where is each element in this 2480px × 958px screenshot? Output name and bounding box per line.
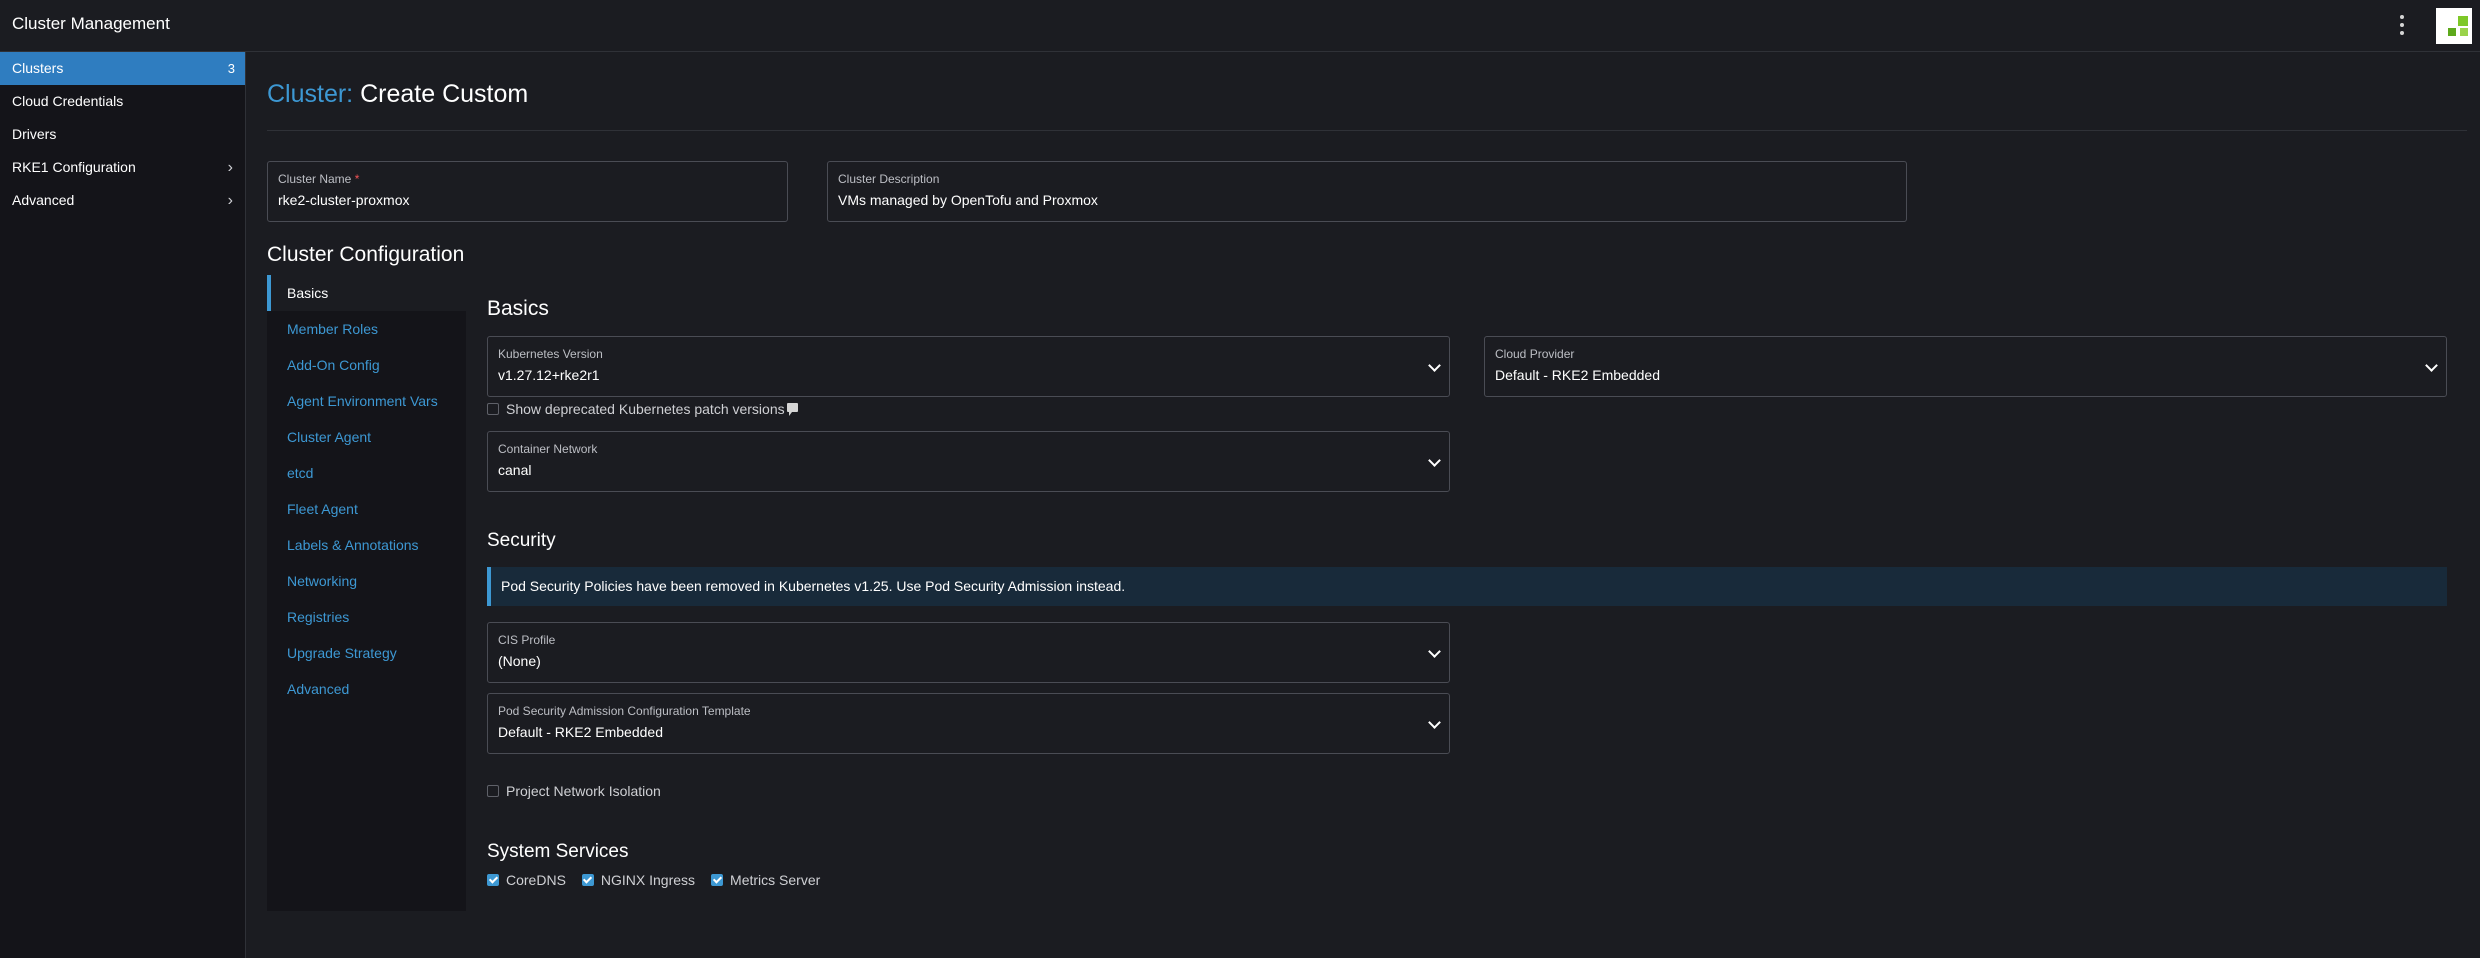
sidebar-item-rke1-configuration[interactable]: RKE1 Configuration › <box>0 151 245 184</box>
psp-info-banner: Pod Security Policies have been removed … <box>487 567 2447 606</box>
kubernetes-version-label: Kubernetes Version <box>498 347 603 361</box>
tab-agent-environment-vars[interactable]: Agent Environment Vars <box>267 383 466 419</box>
cloud-provider-value: Default - RKE2 Embedded <box>1495 367 1660 383</box>
tab-add-on-config[interactable]: Add-On Config <box>267 347 466 383</box>
cis-profile-label: CIS Profile <box>498 633 556 647</box>
cluster-description-value[interactable]: VMs managed by OpenTofu and Proxmox <box>838 192 1098 208</box>
chevron-down-icon <box>2425 358 2438 372</box>
divider <box>267 130 2467 131</box>
info-icon[interactable] <box>786 402 798 416</box>
page-title-text: Create Custom <box>360 80 529 108</box>
sidebar-item-label: Advanced <box>12 192 75 208</box>
sidebar-item-clusters[interactable]: Clusters 3 <box>0 52 245 85</box>
system-services-title: System Services <box>487 841 629 862</box>
nginx-ingress-checkbox[interactable] <box>581 874 594 886</box>
psa-template-label: Pod Security Admission Configuration Tem… <box>498 704 751 718</box>
sidebar-item-label: RKE1 Configuration <box>12 159 136 175</box>
tab-etcd[interactable]: etcd <box>267 455 466 491</box>
container-network-label: Container Network <box>498 442 598 456</box>
cluster-name-label: Cluster Name <box>278 172 352 186</box>
chevron-down-icon <box>1428 715 1441 729</box>
sidebar-item-cloud-credentials[interactable]: Cloud Credentials <box>0 85 245 118</box>
cloud-provider-label: Cloud Provider <box>1495 347 1575 361</box>
tab-registries[interactable]: Registries <box>267 599 466 635</box>
show-deprecated-label: Show deprecated Kubernetes patch version… <box>506 401 785 417</box>
metrics-server-checkbox[interactable] <box>711 874 724 886</box>
project-isolation-checkbox[interactable] <box>487 785 499 797</box>
cluster-configuration-title: Cluster Configuration <box>267 243 465 266</box>
cluster-name-value[interactable]: rke2-cluster-proxmox <box>278 192 409 208</box>
cloud-provider-select[interactable]: Cloud Provider Default - RKE2 Embedded <box>1484 336 2447 397</box>
chevron-right-icon: › <box>227 159 233 176</box>
cis-profile-value: (None) <box>498 653 541 669</box>
cluster-name-label-wrap: Cluster Name * <box>278 172 359 186</box>
tab-labels-annotations[interactable]: Labels & Annotations <box>267 527 466 563</box>
kubernetes-version-value: v1.27.12+rke2r1 <box>498 367 600 383</box>
tab-upgrade-strategy[interactable]: Upgrade Strategy <box>267 635 466 671</box>
project-isolation-row: Project Network Isolation <box>487 783 661 799</box>
kebab-menu-icon[interactable] <box>2394 12 2410 38</box>
container-network-value: canal <box>498 462 532 478</box>
config-tabs: Basics Member Roles Add-On Config Agent … <box>267 275 466 911</box>
tab-advanced[interactable]: Advanced <box>267 671 466 707</box>
show-deprecated-row: Show deprecated Kubernetes patch version… <box>487 401 798 417</box>
tab-member-roles[interactable]: Member Roles <box>267 311 466 347</box>
tab-cluster-agent[interactable]: Cluster Agent <box>267 419 466 455</box>
page-title: Cluster: Create Custom <box>267 80 528 109</box>
show-deprecated-checkbox[interactable] <box>487 403 499 415</box>
sidebar-item-label: Clusters <box>12 60 64 76</box>
tab-networking[interactable]: Networking <box>267 563 466 599</box>
chevron-down-icon <box>1428 453 1441 467</box>
avatar-icon[interactable] <box>2436 8 2472 44</box>
sidebar-item-drivers[interactable]: Drivers <box>0 118 245 151</box>
psa-template-value: Default - RKE2 Embedded <box>498 724 663 740</box>
sidebar-item-label: Cloud Credentials <box>12 93 124 109</box>
metrics-server-label: Metrics Server <box>730 872 821 888</box>
tab-basics[interactable]: Basics <box>267 275 466 311</box>
app-title: Cluster Management <box>12 14 170 33</box>
chevron-right-icon: › <box>227 192 233 209</box>
top-bar: Cluster Management <box>0 0 2480 52</box>
cluster-description-field[interactable]: Cluster Description VMs managed by OpenT… <box>827 161 1907 222</box>
container-network-select[interactable]: Container Network canal <box>487 431 1450 492</box>
page-title-prefix-link[interactable]: Cluster: <box>267 80 353 108</box>
kubernetes-version-select[interactable]: Kubernetes Version v1.27.12+rke2r1 <box>487 336 1450 397</box>
coredns-label: CoreDNS <box>506 872 566 888</box>
cluster-name-field[interactable]: Cluster Name * rke2-cluster-proxmox <box>267 161 788 222</box>
system-services-row: CoreDNS NGINX Ingress Metrics Server <box>487 872 820 888</box>
chevron-down-icon <box>1428 644 1441 658</box>
security-title: Security <box>487 530 556 551</box>
project-isolation-label: Project Network Isolation <box>506 783 661 799</box>
psa-template-select[interactable]: Pod Security Admission Configuration Tem… <box>487 693 1450 754</box>
sidebar-item-label: Drivers <box>12 126 57 142</box>
required-marker: * <box>354 172 360 186</box>
clusters-count-badge: 3 <box>227 61 235 76</box>
cis-profile-select[interactable]: CIS Profile (None) <box>487 622 1450 683</box>
sidebar-item-advanced[interactable]: Advanced › <box>0 184 245 217</box>
tab-fleet-agent[interactable]: Fleet Agent <box>267 491 466 527</box>
chevron-down-icon <box>1428 358 1441 372</box>
coredns-checkbox[interactable] <box>487 874 499 886</box>
basics-title: Basics <box>487 297 549 320</box>
cluster-description-label: Cluster Description <box>838 172 940 186</box>
sidebar: Clusters 3 Cloud Credentials Drivers RKE… <box>0 52 246 958</box>
nginx-ingress-label: NGINX Ingress <box>600 872 696 888</box>
